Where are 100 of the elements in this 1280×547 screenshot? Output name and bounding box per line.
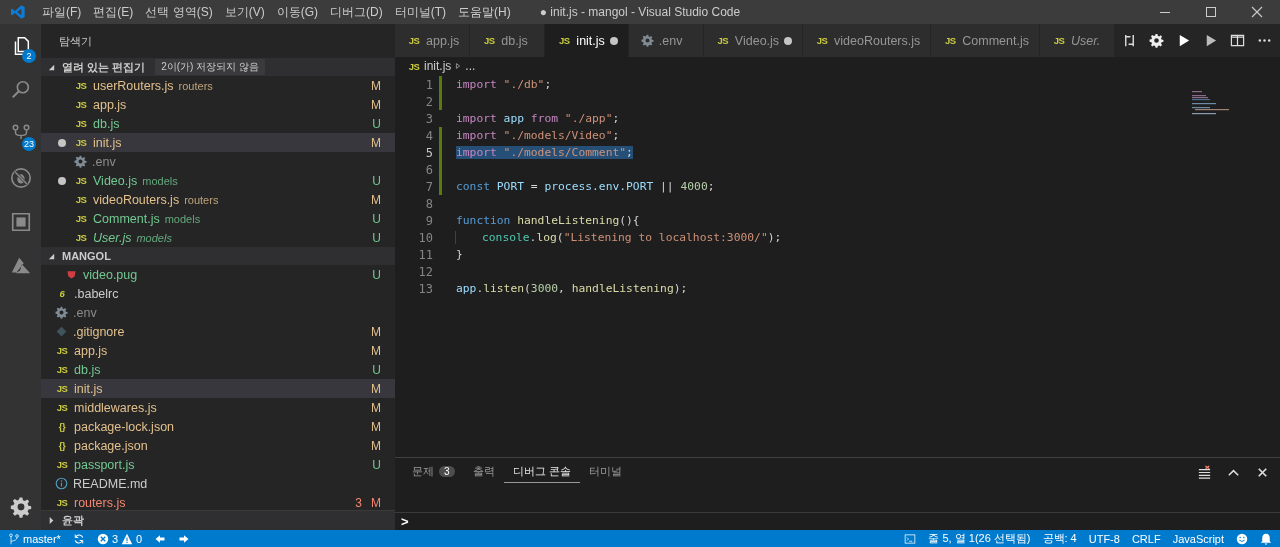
code-line: import app from "./app";	[456, 112, 620, 125]
cursor-position[interactable]: 줄 5, 열 1(26 선택됨)	[928, 531, 1031, 546]
line-number: 13	[417, 281, 433, 296]
editor-tab[interactable]: JS init.js	[545, 24, 629, 57]
breadcrumb-item[interactable]: init.js	[424, 59, 452, 73]
editor-tab[interactable]: .env	[628, 24, 704, 57]
settings-icon[interactable]	[1149, 33, 1164, 48]
line-ending-status[interactable]: CRLF	[1131, 532, 1161, 545]
section-header[interactable]: MANGOL	[41, 247, 395, 265]
menu-item[interactable]: 디버그(D)	[324, 3, 389, 21]
breadcrumb-item[interactable]: ...	[465, 59, 476, 73]
git-status: U	[372, 457, 381, 472]
file-item[interactable]: JS videoRouters.js routers M	[41, 190, 395, 209]
file-type-label: JS	[407, 35, 421, 46]
git-status: M	[371, 324, 381, 339]
branch-status[interactable]: master*	[8, 532, 61, 545]
file-item[interactable]: video.pug U	[41, 265, 395, 284]
file-item[interactable]: .gitignore M	[41, 322, 395, 341]
tab-label: Comment.js	[962, 33, 1029, 48]
file-item[interactable]: .env	[41, 152, 395, 171]
unsaved-dot	[58, 176, 66, 185]
unsaved-count-badge: 2이(가) 저장되지 않음	[155, 59, 265, 75]
file-item[interactable]: JS User.js models U	[41, 228, 395, 247]
sync-icon[interactable]	[72, 532, 85, 545]
file-type-label: JS	[943, 35, 957, 46]
folder-name: models	[142, 174, 178, 187]
gear-icon	[640, 34, 654, 47]
file-item[interactable]: README.md	[41, 474, 395, 493]
editor-tab[interactable]: JS User.	[1039, 24, 1114, 57]
file-item[interactable]: .env	[41, 303, 395, 322]
settings-icon[interactable]	[9, 496, 32, 518]
menu-item[interactable]: 선택 영역(S)	[139, 3, 219, 21]
smiley-icon[interactable]	[1236, 532, 1248, 545]
section-header[interactable]: 열려 있는 편집기 2이(가) 저장되지 않음	[41, 58, 395, 76]
file-item[interactable]: JS Video.js models U	[41, 171, 395, 190]
editor-tab[interactable]: JS Comment.js	[931, 24, 1040, 57]
split-editor-icon[interactable]	[1230, 33, 1245, 48]
file-item[interactable]: JS app.js M	[41, 95, 395, 114]
git-status: M	[371, 343, 381, 358]
git-status: M	[371, 192, 381, 207]
file-type-label: JS	[55, 459, 69, 470]
editor-tab[interactable]: JS videoRouters.js	[803, 24, 932, 57]
tab-label: Video.js	[734, 33, 780, 48]
diamond-icon	[55, 325, 68, 338]
file-item[interactable]: JS passport.js U	[41, 455, 395, 474]
menu-item[interactable]: 편집(E)	[87, 3, 140, 21]
code-line: import "./models/Video";	[456, 129, 620, 142]
bell-icon[interactable]	[1260, 532, 1272, 545]
editor-tab[interactable]: JS Video.js	[703, 24, 804, 57]
menu-item[interactable]: 이동(G)	[270, 3, 324, 21]
encoding-status[interactable]: UTF-8	[1088, 532, 1120, 545]
menu-item[interactable]: 도움말(H)	[452, 3, 517, 21]
file-item[interactable]: JS init.js M	[41, 133, 395, 152]
file-name: .env	[92, 154, 116, 169]
editor-tab[interactable]: JS db.js	[470, 24, 546, 57]
panel-tab[interactable]: 출력	[463, 461, 504, 483]
activity-button[interactable]: 23	[0, 112, 41, 156]
file-name: package-lock.json	[74, 419, 175, 434]
compare-icon[interactable]	[1122, 33, 1137, 48]
file-type-label: JS	[716, 35, 730, 46]
caret-icon	[47, 251, 56, 261]
file-item[interactable]: JS init.js M	[41, 379, 395, 398]
panel-tab[interactable]: 문제 3	[403, 461, 464, 483]
language-mode[interactable]: JavaScript	[1172, 532, 1224, 545]
unsaved-dot	[58, 138, 66, 147]
clear-console-icon[interactable]	[1197, 464, 1212, 480]
folder-name: models	[164, 212, 201, 225]
file-item[interactable]: JS app.js M	[41, 341, 395, 360]
indentation-status[interactable]: 공백: 4	[1042, 531, 1077, 546]
file-item[interactable]: JS middlewares.js M	[41, 398, 395, 417]
editor-tab[interactable]: JS app.js	[395, 24, 471, 57]
section-header[interactable]: 윤곽	[41, 510, 395, 530]
problems-status[interactable]: 3 0	[96, 532, 143, 545]
file-item[interactable]: {} package.json M	[41, 436, 395, 455]
file-item[interactable]: {} package-lock.json M	[41, 417, 395, 436]
line-number: 12	[417, 264, 433, 279]
file-name: videoRouters.js	[93, 192, 180, 207]
menu-item[interactable]: 터미널(T)	[388, 3, 452, 21]
panel-tab[interactable]: 터미널	[579, 461, 631, 483]
file-item[interactable]: JS db.js U	[41, 360, 395, 379]
file-item[interactable]: 6 .babelrc	[41, 284, 395, 303]
git-status: M	[371, 495, 381, 510]
git-status: U	[372, 362, 381, 377]
file-item[interactable]: JS db.js U	[41, 114, 395, 133]
code-line: import "./db";	[456, 78, 552, 91]
file-item[interactable]: JS routers.js 3 M	[41, 493, 395, 512]
file-item[interactable]: JS userRouters.js routers M	[41, 76, 395, 95]
terminal-icon[interactable]	[904, 532, 917, 545]
menu-item[interactable]: 파일(F)	[36, 3, 88, 21]
file-name: routers.js	[74, 495, 126, 510]
menu-item[interactable]: 보기(V)	[218, 3, 271, 21]
activity-button[interactable]: 2	[0, 24, 41, 68]
file-item[interactable]: JS Comment.js models U	[41, 209, 395, 228]
caret-icon	[47, 516, 56, 525]
folder-name: models	[136, 231, 172, 244]
search-icon	[9, 79, 32, 101]
line-number: 6	[424, 162, 433, 177]
section-title: 열려 있는 편집기	[62, 59, 146, 75]
count-badge: 2	[22, 49, 36, 63]
panel-tab[interactable]: 디버그 콘솔	[503, 461, 580, 483]
